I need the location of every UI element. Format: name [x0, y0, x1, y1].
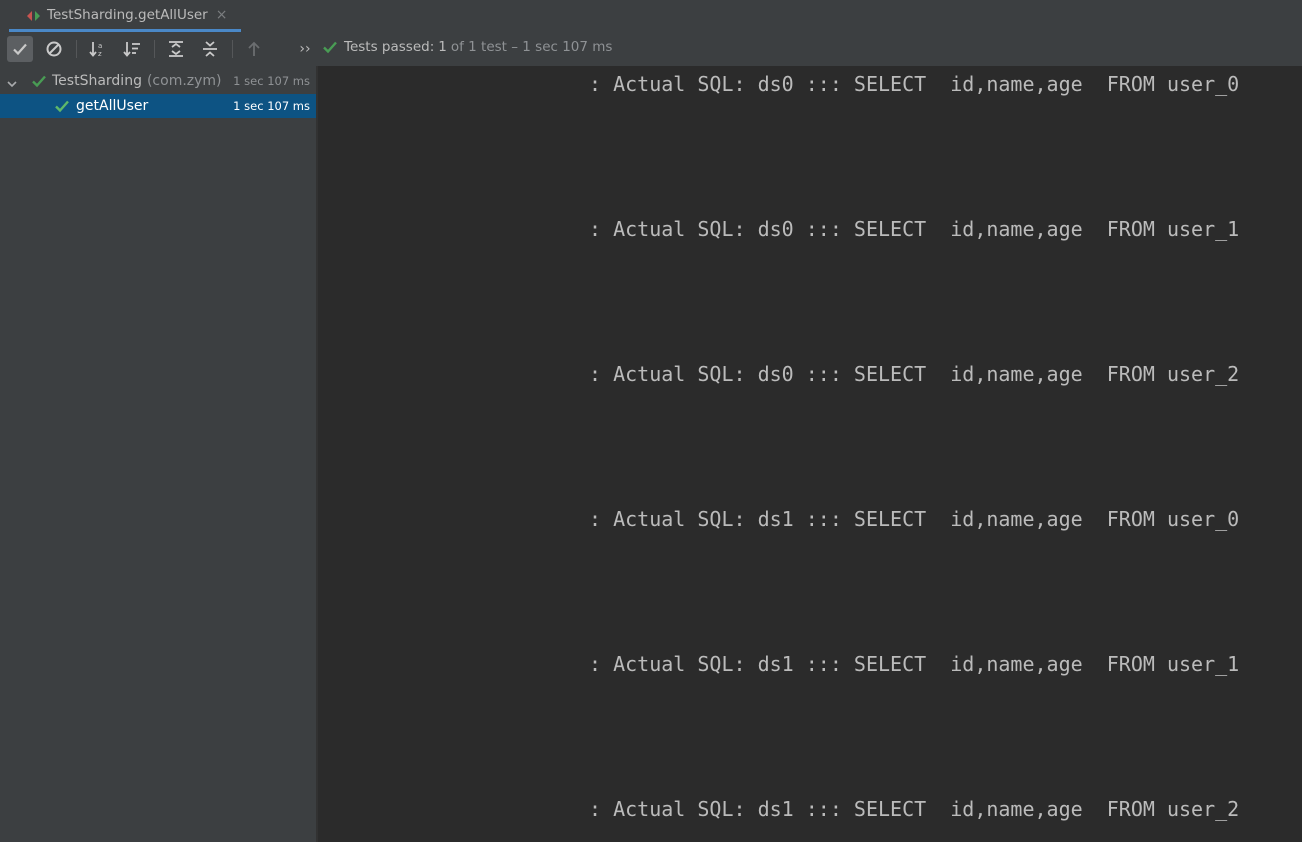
collapse-all-button[interactable]	[197, 36, 223, 62]
cancel-circle-icon	[46, 41, 62, 57]
passed-checkmark-icon	[31, 73, 47, 93]
toolbar-separator	[76, 40, 77, 58]
passed-checkmark-icon	[323, 41, 337, 54]
show-passed-button[interactable]	[7, 36, 33, 62]
test-method-duration: 1 sec 107 ms	[233, 99, 310, 113]
passed-checkmark-icon	[54, 98, 70, 118]
log-line: : Actual SQL: ds0 ::: SELECT id,name,age…	[589, 362, 1240, 386]
chevron-down-icon[interactable]	[6, 75, 18, 94]
toolbar-separator	[232, 40, 233, 58]
test-runner-window: TestSharding.getAllUser × a z ›› Tests p…	[0, 0, 1302, 842]
test-class-name: TestSharding	[52, 73, 142, 89]
test-class-package: (com.zym)	[146, 73, 222, 89]
test-status: Tests passed: 1 of 1 test – 1 sec 107 ms	[322, 32, 612, 62]
log-line: : Actual SQL: ds1 ::: SELECT id,name,age…	[589, 652, 1240, 676]
status-count: 1	[438, 39, 447, 55]
tab-title: TestSharding.getAllUser	[47, 6, 208, 23]
arrow-up-icon	[248, 41, 260, 56]
test-toolbar: a z ››	[0, 32, 1302, 66]
run-config-icon	[26, 8, 42, 22]
log-line: : Actual SQL: ds0 ::: SELECT id,name,age…	[589, 72, 1240, 96]
tree-item-test-method[interactable]: getAllUser 1 sec 107 ms	[0, 94, 316, 118]
close-icon[interactable]: ×	[216, 8, 228, 22]
toolbar-separator	[154, 40, 155, 58]
test-method-name: getAllUser	[76, 98, 149, 114]
svg-text:z: z	[98, 50, 102, 58]
test-tree: TestSharding (com.zym) 1 sec 107 ms getA…	[0, 66, 316, 842]
collapse-all-icon	[203, 41, 217, 57]
tree-item-test-class[interactable]: TestSharding (com.zym) 1 sec 107 ms	[0, 69, 316, 93]
console-output[interactable]: : Actual SQL: ds0 ::: SELECT id,name,age…	[318, 66, 1302, 842]
tab-bar: TestSharding.getAllUser ×	[0, 0, 1302, 32]
tab-test-run[interactable]: TestSharding.getAllUser ×	[9, 0, 241, 32]
sort-by-duration-button[interactable]	[119, 36, 145, 62]
sort-alphabetically-button[interactable]: a z	[85, 36, 111, 62]
status-text: Tests passed:	[344, 39, 435, 55]
sort-alpha-icon: a z	[89, 42, 102, 58]
previous-failed-button[interactable]	[241, 36, 267, 62]
log-line: : Actual SQL: ds0 ::: SELECT id,name,age…	[589, 217, 1240, 241]
test-class-duration: 1 sec 107 ms	[233, 74, 310, 88]
expand-all-button[interactable]	[163, 36, 189, 62]
more-button[interactable]: ››	[292, 36, 318, 62]
expand-all-icon	[169, 41, 183, 57]
log-line: : Actual SQL: ds1 ::: SELECT id,name,age…	[589, 507, 1240, 531]
sort-duration-icon	[123, 42, 140, 57]
svg-text:a: a	[98, 42, 102, 50]
show-ignored-button[interactable]	[41, 36, 67, 62]
double-chevron-right-icon: ››	[299, 41, 311, 57]
status-summary: of 1 test – 1 sec 107 ms	[450, 39, 613, 55]
log-line: : Actual SQL: ds1 ::: SELECT id,name,age…	[589, 797, 1240, 821]
checkmark-icon	[13, 43, 27, 56]
